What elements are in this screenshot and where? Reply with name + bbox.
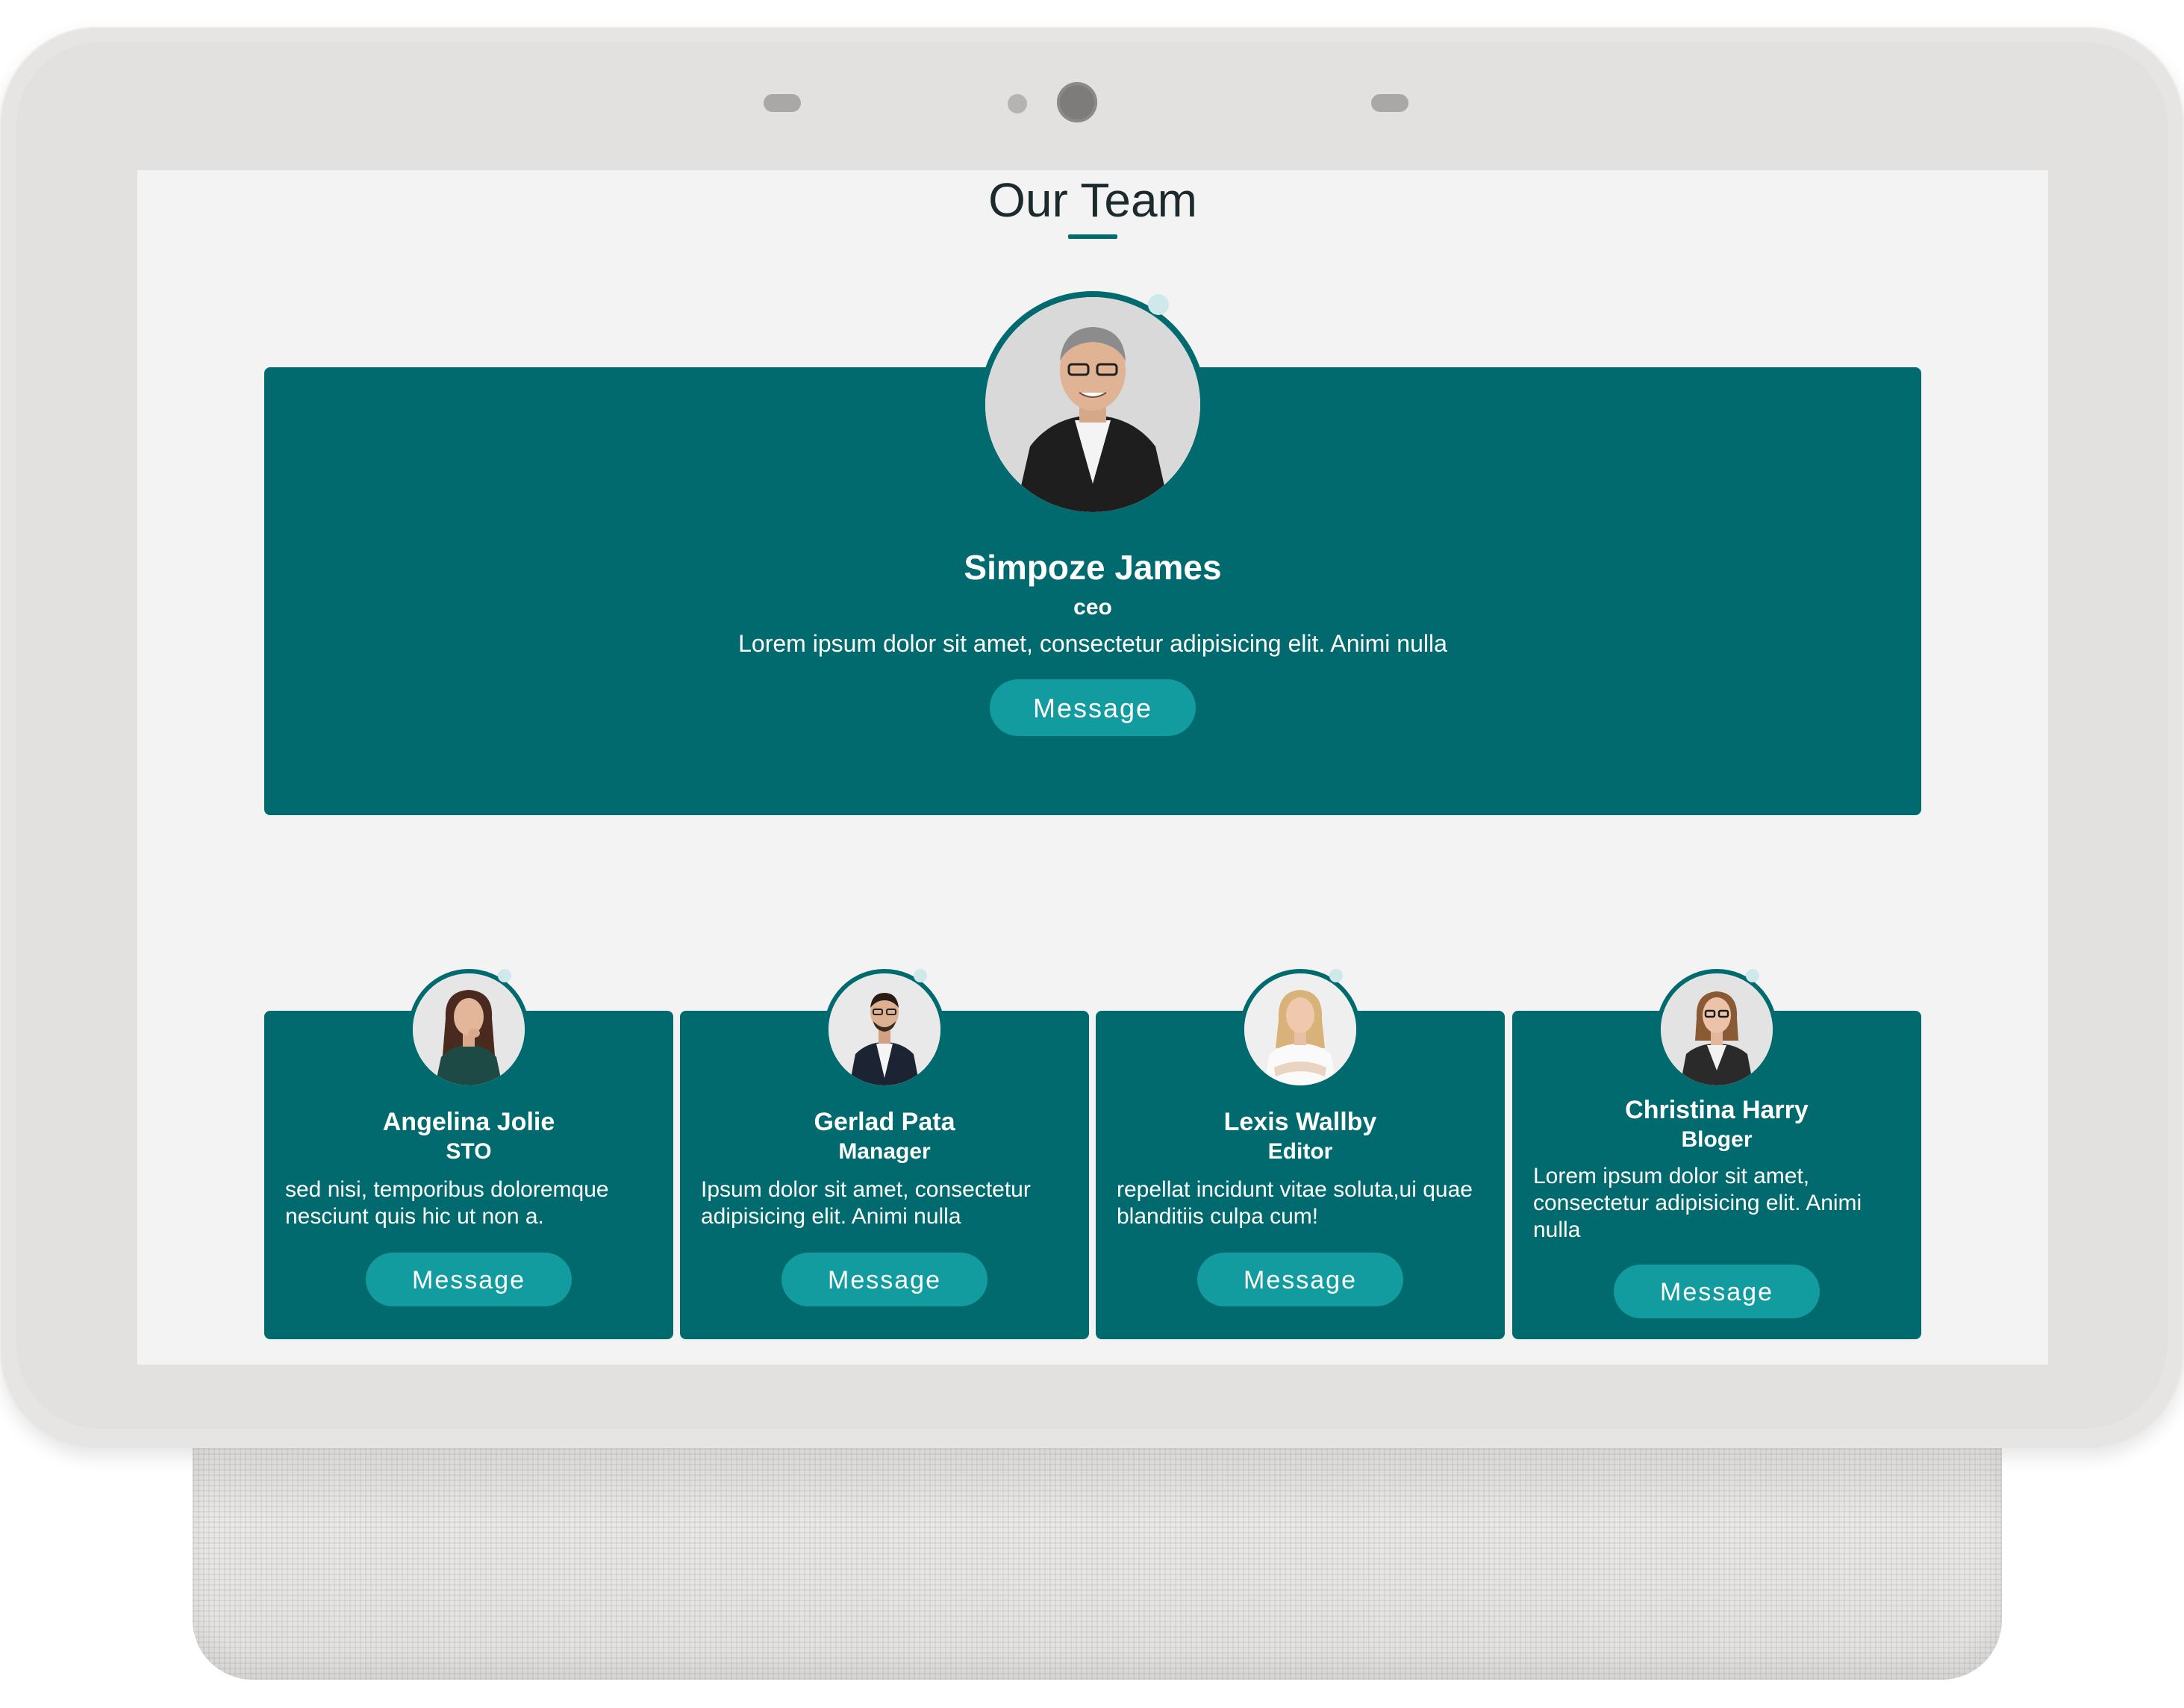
- member-name-2: Gerlad Pata: [814, 1108, 955, 1136]
- ceo-photo: [985, 297, 1200, 512]
- avatar-decoration: [498, 969, 511, 982]
- member-card-3: Lexis Wallby Editor repellat incidunt vi…: [1096, 969, 1505, 1339]
- ceo-name: Simpoze James: [964, 548, 1222, 587]
- member-role-2: Manager: [838, 1139, 931, 1164]
- ceo-message-button[interactable]: Message: [990, 679, 1196, 736]
- microphone-left-icon: [764, 94, 801, 112]
- member-message-button-4[interactable]: Message: [1614, 1265, 1820, 1318]
- member-photo-4: [1661, 973, 1773, 1085]
- avatar-decoration: [1329, 969, 1343, 982]
- member-role-1: STO: [446, 1139, 492, 1164]
- title-underline: [1068, 234, 1117, 239]
- ceo-role: ceo: [1073, 595, 1112, 620]
- person-photo-icon: [985, 297, 1200, 512]
- ceo-description: Lorem ipsum dolor sit amet, consectetur …: [738, 630, 1447, 657]
- person-photo-icon: [413, 973, 525, 1085]
- member-role-3: Editor: [1267, 1139, 1333, 1164]
- member-avatar-3: [1240, 969, 1361, 1090]
- member-name-4: Christina Harry: [1625, 1096, 1809, 1124]
- member-description-3: repellat incidunt vitae soluta,ui quae b…: [1117, 1177, 1473, 1229]
- speaker-base: [193, 1448, 2002, 1680]
- screen: Our Team Simpoze James ceo Lorem ipsum d…: [137, 170, 2048, 1365]
- member-photo-1: [413, 973, 525, 1085]
- member-avatar-4: [1656, 969, 1777, 1090]
- member-message-button-3[interactable]: Message: [1197, 1253, 1403, 1306]
- member-card-2: Gerlad Pata Manager Ipsum dolor sit amet…: [680, 969, 1089, 1339]
- member-card-4: Christina Harry Bloger Lorem ipsum dolor…: [1512, 969, 1921, 1339]
- member-photo-3: [1244, 973, 1356, 1085]
- person-photo-icon: [1661, 973, 1773, 1085]
- person-photo-icon: [829, 973, 940, 1085]
- member-description-1: sed nisi, temporibus doloremque nesciunt…: [285, 1177, 609, 1229]
- page-title: Our Team: [988, 173, 1197, 227]
- member-message-button-2[interactable]: Message: [781, 1253, 988, 1306]
- member-name-1: Angelina Jolie: [382, 1108, 555, 1136]
- avatar-decoration: [914, 969, 927, 982]
- member-avatar-1: [408, 969, 529, 1090]
- member-card-1: Angelina Jolie STO sed nisi, temporibus …: [264, 969, 673, 1339]
- ceo-avatar: [979, 291, 1206, 518]
- member-message-button-1[interactable]: Message: [366, 1253, 572, 1306]
- member-role-4: Bloger: [1681, 1127, 1753, 1152]
- light-sensor-icon: [1008, 94, 1027, 113]
- member-description-4: Lorem ipsum dolor sit amet, consectetur …: [1533, 1164, 1862, 1242]
- camera-icon: [1057, 82, 1097, 122]
- avatar-decoration: [1148, 294, 1169, 315]
- member-avatar-2: [824, 969, 945, 1090]
- person-photo-icon: [1244, 973, 1356, 1085]
- microphone-right-icon: [1371, 94, 1408, 112]
- member-name-3: Lexis Wallby: [1223, 1108, 1377, 1136]
- avatar-decoration: [1746, 969, 1759, 982]
- member-description-2: Ipsum dolor sit amet, consectetur adipis…: [701, 1177, 1031, 1229]
- smart-display-frame: Our Team Simpoze James ceo Lorem ipsum d…: [0, 27, 2184, 1450]
- member-photo-2: [829, 973, 940, 1085]
